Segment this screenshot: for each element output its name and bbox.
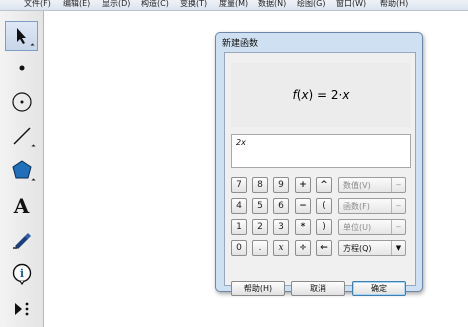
compass-tool-icon: [11, 92, 32, 112]
text-tool-icon: A: [13, 194, 30, 218]
dialog-body: f(x) = 2· x 2x 7 8 9 + ^ 4 5 6 − ( 1 2 3 …: [224, 52, 416, 296]
dialog-title: 新建函数: [222, 39, 259, 49]
chevron-down-icon: ▼: [391, 241, 405, 255]
dropdown-icon: −: [391, 178, 405, 192]
arrow-select-icon: [16, 28, 26, 44]
menu-transform[interactable]: 变换(T): [180, 0, 207, 9]
units-dropdown[interactable]: 单位(U) −: [338, 219, 406, 235]
menu-edit[interactable]: 编辑(E): [63, 0, 90, 9]
custom-tool[interactable]: [5, 294, 38, 324]
information-tool-icon: i: [12, 263, 31, 285]
key-minus[interactable]: −: [295, 198, 311, 214]
straightedge-tool[interactable]: [5, 121, 38, 151]
key-multiply[interactable]: *: [295, 219, 311, 235]
menu-construct[interactable]: 构造(C): [141, 0, 169, 9]
marker-tool[interactable]: [5, 224, 38, 254]
key-divide[interactable]: ÷: [295, 240, 311, 256]
key-0[interactable]: 0: [231, 240, 247, 256]
value-dropdown-label: 数值(V): [343, 180, 371, 190]
key-decimal[interactable]: .: [252, 240, 268, 256]
key-8[interactable]: 8: [252, 177, 268, 193]
equation-dropdown-label: 方程(Q): [343, 243, 372, 253]
help-button[interactable]: 帮助(H): [231, 281, 285, 296]
key-3[interactable]: 3: [273, 219, 289, 235]
menu-display[interactable]: 显示(D): [102, 0, 130, 9]
dropdown-icon: −: [391, 220, 405, 234]
preview-variable-2: x: [342, 88, 350, 102]
cancel-button[interactable]: 取消: [291, 281, 345, 296]
expression-input[interactable]: 2x: [231, 134, 411, 168]
tool-palette: A i: [0, 11, 44, 327]
marker-tool-icon: [12, 233, 31, 249]
menu-window[interactable]: 窗口(W): [336, 0, 366, 9]
key-left-paren[interactable]: (: [316, 198, 332, 214]
dropdown-icon: −: [391, 199, 405, 213]
function-dropdown[interactable]: 函数(F) −: [338, 198, 406, 214]
key-9[interactable]: 9: [273, 177, 289, 193]
key-1[interactable]: 1: [231, 219, 247, 235]
menu-help[interactable]: 帮助(H): [380, 0, 408, 9]
custom-tool-icon: [14, 302, 28, 316]
key-plus[interactable]: +: [295, 177, 311, 193]
preview-variable: x: [301, 88, 309, 102]
polygon-tool[interactable]: [5, 155, 38, 185]
key-power[interactable]: ^: [316, 177, 332, 193]
key-backspace[interactable]: ←: [316, 240, 332, 256]
text-tool[interactable]: A: [5, 191, 38, 221]
value-dropdown[interactable]: 数值(V) −: [338, 177, 406, 193]
point-tool-icon: [19, 65, 24, 71]
key-4[interactable]: 4: [231, 198, 247, 214]
ok-button[interactable]: 确定: [352, 281, 406, 296]
key-5[interactable]: 5: [252, 198, 268, 214]
key-right-paren[interactable]: ): [316, 219, 332, 235]
equation-dropdown[interactable]: 方程(Q) ▼: [338, 240, 406, 256]
arrow-select-tool[interactable]: [5, 21, 38, 51]
menu-file[interactable]: 文件(F): [24, 0, 51, 9]
compass-tool[interactable]: [5, 87, 38, 117]
new-function-dialog: 新建函数 f(x) = 2· x 2x 7 8 9 + ^ 4 5 6 − ( 1…: [215, 32, 423, 296]
key-6[interactable]: 6: [273, 198, 289, 214]
menu-graph[interactable]: 绘图(G): [297, 0, 325, 9]
menu-measure[interactable]: 度量(M): [219, 0, 248, 9]
key-variable-x[interactable]: x: [273, 240, 289, 256]
function-dropdown-label: 函数(F): [343, 201, 370, 211]
preview-equals: ) = 2·: [308, 88, 343, 102]
key-7[interactable]: 7: [231, 177, 247, 193]
svg-text:i: i: [19, 267, 23, 280]
straightedge-tool-icon: [13, 127, 30, 145]
function-preview: f(x) = 2· x: [231, 63, 411, 127]
point-tool[interactable]: [5, 53, 38, 83]
key-2[interactable]: 2: [252, 219, 268, 235]
polygon-tool-icon: [11, 160, 32, 179]
menu-bar: 文件(F) 编辑(E) 显示(D) 构造(C) 变换(T) 度量(M) 数据(N…: [0, 0, 468, 11]
information-tool[interactable]: i: [5, 259, 38, 289]
units-dropdown-label: 单位(U): [343, 222, 372, 232]
menu-data[interactable]: 数据(N): [258, 0, 286, 9]
